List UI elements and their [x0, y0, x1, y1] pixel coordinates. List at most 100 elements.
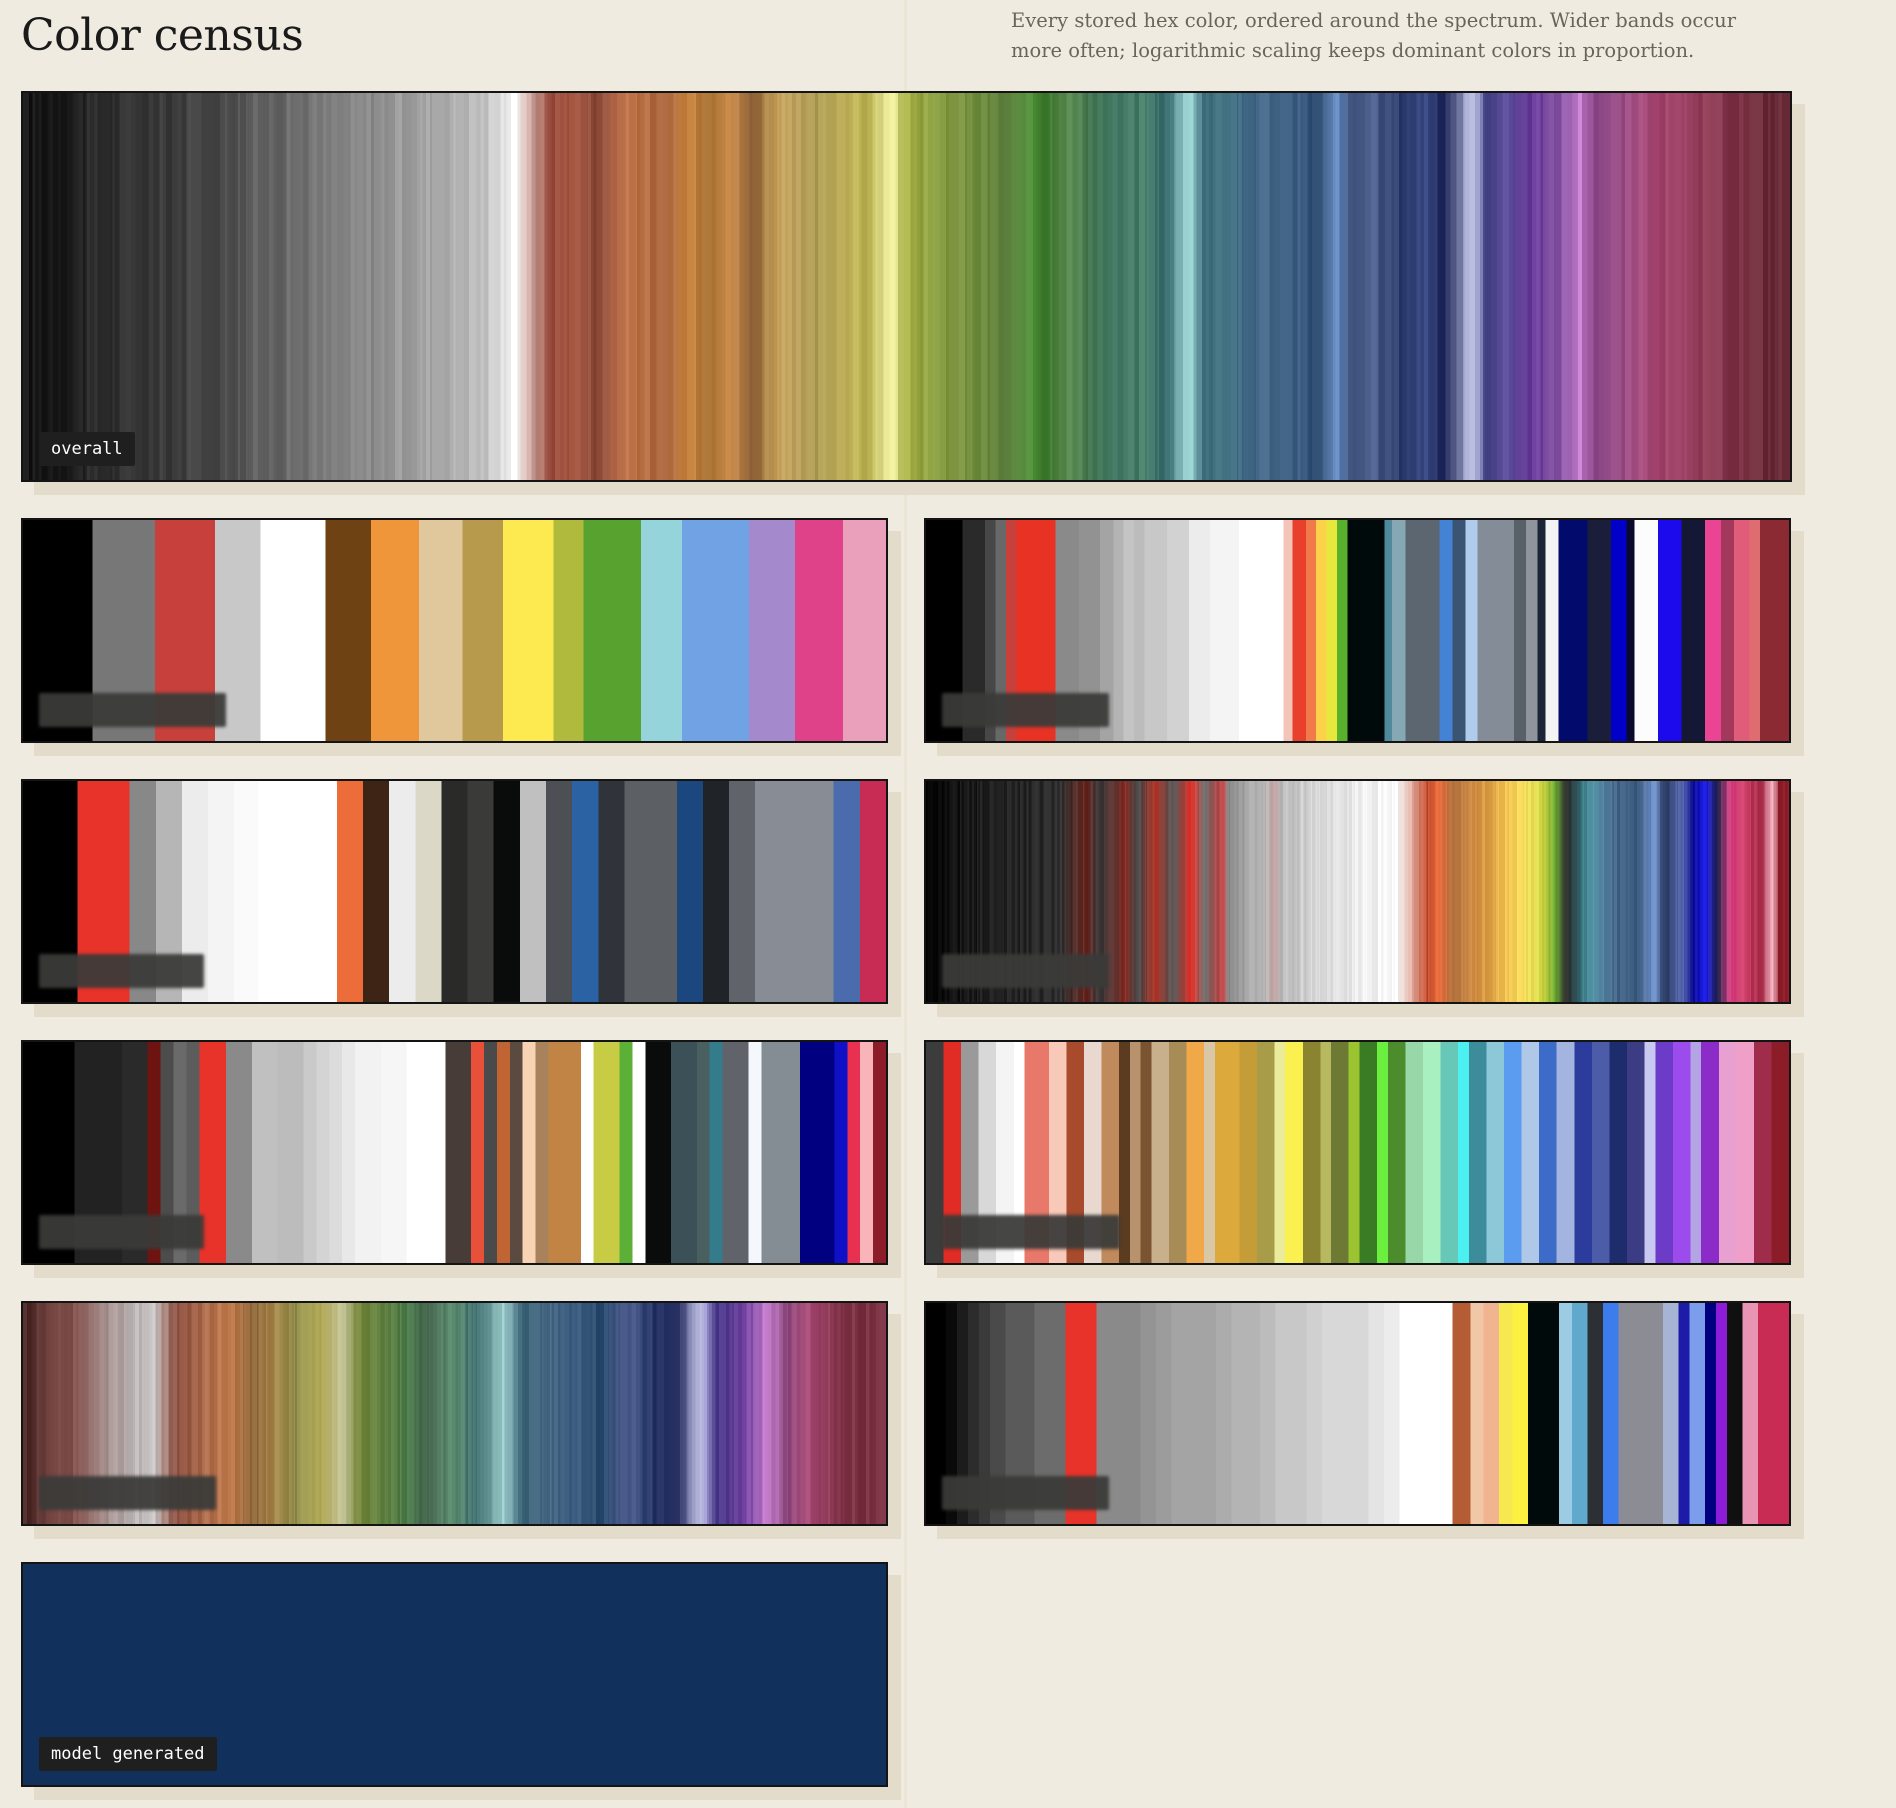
color-band	[1504, 1042, 1522, 1263]
color-band	[954, 93, 960, 480]
color-band	[1355, 93, 1360, 480]
color-band	[577, 1303, 582, 1524]
strip-overall[interactable]: overall	[21, 91, 1792, 482]
color-band	[820, 1303, 824, 1524]
color-band	[667, 93, 674, 480]
strip-collection-7[interactable]: collection	[924, 1040, 1791, 1265]
color-band	[165, 93, 173, 480]
color-band	[1698, 93, 1703, 480]
color-band	[1185, 781, 1187, 1002]
color-band	[471, 1303, 474, 1524]
color-band	[1340, 781, 1345, 1002]
color-band	[1557, 781, 1560, 1002]
color-band	[520, 93, 523, 480]
strip-collection-2[interactable]: collection	[21, 518, 888, 743]
color-band	[780, 1303, 784, 1524]
strip-collection-8[interactable]: collection	[21, 1301, 888, 1526]
color-band	[475, 1303, 477, 1524]
color-band	[877, 93, 884, 480]
color-band	[607, 1303, 610, 1524]
color-band	[1048, 93, 1051, 480]
color-band	[1337, 520, 1348, 741]
color-band	[1618, 1303, 1663, 1524]
strip-collection-3[interactable]: collection	[924, 518, 1791, 743]
color-band	[29, 93, 33, 480]
color-band	[746, 93, 750, 480]
color-band	[391, 1303, 395, 1524]
color-band	[867, 93, 873, 480]
color-band	[346, 1303, 348, 1524]
color-band	[1577, 93, 1583, 480]
color-band	[1240, 93, 1243, 480]
color-band	[430, 1303, 434, 1524]
color-band	[781, 93, 786, 480]
color-band	[1653, 93, 1660, 480]
color-band	[1556, 1042, 1575, 1263]
color-band	[1179, 781, 1181, 1002]
color-band	[708, 1303, 712, 1524]
color-band	[394, 1303, 398, 1524]
strip-collection-5[interactable]: collection	[924, 779, 1791, 1004]
color-band	[1643, 93, 1648, 480]
color-band	[159, 93, 163, 480]
color-band	[350, 1303, 354, 1524]
color-band	[1702, 93, 1707, 480]
color-band	[1233, 781, 1237, 1002]
color-band	[1062, 93, 1067, 480]
strip-collection-9[interactable]: collection	[924, 1301, 1791, 1526]
color-band	[289, 1303, 292, 1524]
color-band	[1316, 93, 1322, 480]
color-band	[455, 93, 458, 480]
color-band	[217, 1303, 222, 1524]
color-band	[1300, 781, 1304, 1002]
color-band	[730, 93, 735, 480]
color-band	[1238, 781, 1241, 1002]
color-band	[840, 93, 846, 480]
color-band	[1339, 93, 1345, 480]
color-band	[569, 1303, 572, 1524]
color-band	[1165, 781, 1169, 1002]
strip-model-generated[interactable]: model generated	[21, 1562, 888, 1787]
color-band	[1490, 93, 1495, 480]
color-band	[1242, 781, 1245, 1002]
color-band	[1464, 93, 1470, 480]
color-band	[1476, 781, 1477, 1002]
color-band	[239, 93, 247, 480]
color-band	[1270, 781, 1274, 1002]
color-band	[725, 93, 732, 480]
strip-collection-6[interactable]: collection	[21, 1040, 888, 1265]
color-band	[234, 1303, 238, 1524]
color-band	[1507, 781, 1510, 1002]
color-band	[1302, 1042, 1321, 1263]
color-band	[1727, 781, 1731, 1002]
color-band	[1626, 520, 1635, 741]
color-band	[1177, 93, 1184, 480]
color-band	[927, 93, 933, 480]
strip-collection-4[interactable]: collection	[21, 779, 888, 1004]
color-band	[94, 93, 98, 480]
color-band	[1307, 781, 1309, 1002]
color-band	[786, 1303, 789, 1524]
color-band	[119, 93, 126, 480]
color-band	[1691, 781, 1694, 1002]
color-band	[1316, 781, 1320, 1002]
color-band	[540, 93, 545, 480]
color-band	[488, 93, 495, 480]
color-band	[1536, 93, 1541, 480]
color-band	[560, 1303, 565, 1524]
color-band	[1092, 93, 1098, 480]
color-band	[1256, 93, 1260, 480]
color-band	[1736, 781, 1738, 1002]
color-band	[598, 781, 625, 1002]
color-band	[627, 1303, 632, 1524]
color-band	[484, 1042, 498, 1263]
color-band	[739, 93, 745, 480]
color-band	[876, 1303, 880, 1524]
color-band	[1272, 781, 1277, 1002]
color-band	[1110, 781, 1115, 1002]
color-band	[1292, 93, 1298, 480]
color-band	[1489, 781, 1493, 1002]
color-band	[1754, 781, 1758, 1002]
color-band	[1188, 781, 1192, 1002]
color-band	[1647, 93, 1654, 480]
